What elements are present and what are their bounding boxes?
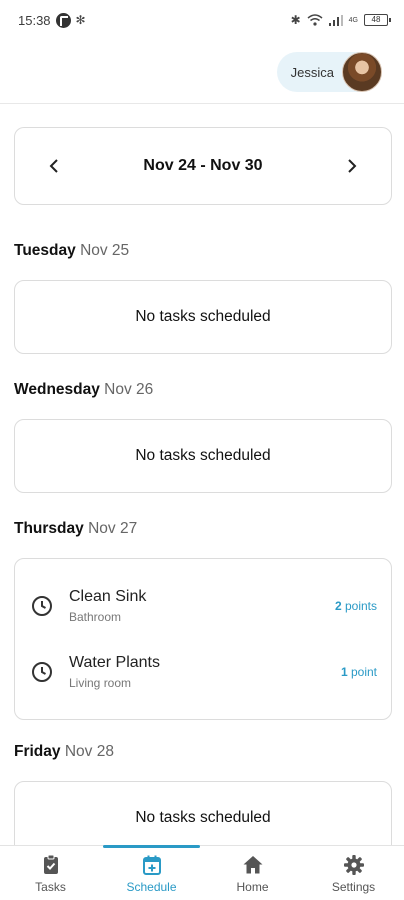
tab-label: Settings — [331, 880, 376, 894]
empty-state-text: No tasks scheduled — [135, 447, 271, 464]
day-section-thursday: Thursday Nov 27 Clean Sink Bathroom 2 po… — [14, 520, 392, 720]
task-title: Clean Sink — [69, 588, 147, 605]
points-value: 2 — [334, 599, 342, 613]
pinwheel-icon: ✻ — [75, 13, 86, 27]
tab-label: Tasks — [35, 880, 66, 894]
chevron-right-icon — [348, 159, 357, 173]
schedule-content: Nov 24 - Nov 30 Tuesday Nov 25 No tasks … — [0, 105, 404, 845]
task-text: Clean Sink Bathroom — [69, 588, 335, 624]
tab-home[interactable]: Home — [202, 846, 303, 900]
app-header: Jessica — [0, 40, 404, 104]
day-heading: Thursday Nov 27 — [14, 520, 392, 542]
next-week-button[interactable] — [341, 155, 363, 177]
empty-day-card: No tasks scheduled — [14, 280, 392, 354]
day-weekday: Tuesday — [14, 242, 76, 259]
status-time: 15:38 — [18, 12, 51, 28]
day-heading: Friday Nov 28 — [14, 743, 392, 765]
task-title: Water Plants — [69, 654, 160, 671]
day-heading: Tuesday Nov 25 — [14, 242, 392, 264]
wifi-icon — [307, 14, 323, 26]
task-text: Water Plants Living room — [69, 654, 341, 690]
battery-icon: 48 — [364, 14, 391, 26]
day-weekday: Friday — [14, 743, 61, 760]
points-unit: points — [344, 599, 377, 613]
task-list-card: Clean Sink Bathroom 2 points Water Plant… — [14, 558, 392, 720]
day-date: Nov 28 — [64, 743, 114, 760]
day-section-friday: Friday Nov 28 No tasks scheduled — [14, 743, 392, 845]
status-bar: 15:38 ✻ ✱ 4G 48 — [0, 0, 404, 40]
tab-schedule[interactable]: Schedule — [101, 845, 202, 900]
empty-day-card: No tasks scheduled — [14, 781, 392, 845]
task-points: 1 point — [341, 665, 377, 679]
day-date: Nov 26 — [104, 381, 154, 398]
clock-icon — [32, 662, 52, 682]
gear-icon — [343, 855, 364, 875]
tab-settings[interactable]: Settings — [303, 846, 404, 900]
day-date: Nov 25 — [80, 242, 130, 259]
tab-label: Schedule — [126, 880, 177, 894]
tab-tasks[interactable]: Tasks — [0, 846, 101, 900]
empty-day-card: No tasks scheduled — [14, 419, 392, 493]
chevron-left-icon — [49, 159, 58, 173]
previous-week-button[interactable] — [43, 155, 65, 177]
points-unit: point — [350, 665, 377, 679]
clock-icon — [32, 596, 52, 616]
tab-label: Home — [236, 880, 269, 894]
points-value: 1 — [340, 665, 348, 679]
empty-state-text: No tasks scheduled — [135, 308, 271, 325]
task-room: Living room — [69, 676, 132, 690]
day-heading: Wednesday Nov 26 — [14, 381, 392, 403]
day-weekday: Wednesday — [14, 381, 100, 398]
status-right: ✱ 4G 48 — [290, 13, 391, 27]
day-date: Nov 27 — [88, 520, 138, 537]
task-room: Bathroom — [69, 610, 122, 624]
task-points: 2 points — [335, 599, 377, 613]
network-type: 4G — [348, 16, 358, 24]
clipboard-check-icon — [43, 854, 58, 874]
empty-state-text: No tasks scheduled — [135, 809, 271, 826]
day-weekday: Thursday — [14, 520, 84, 537]
signal-icon — [328, 14, 343, 26]
calendar-plus-icon — [142, 855, 161, 875]
bluetooth-icon: ✱ — [290, 13, 301, 27]
avatar — [342, 52, 382, 92]
home-icon — [243, 856, 262, 874]
bottom-tab-bar: Tasks Schedule Home Settings — [0, 845, 404, 900]
user-chip[interactable]: Jessica — [276, 52, 382, 92]
task-row[interactable]: Clean Sink Bathroom 2 points — [15, 573, 391, 639]
app-notification-icon — [55, 12, 71, 28]
day-section-wednesday: Wednesday Nov 26 No tasks scheduled — [14, 381, 392, 493]
day-section-tuesday: Tuesday Nov 25 No tasks scheduled — [14, 242, 392, 354]
task-row[interactable]: Water Plants Living room 1 point — [15, 639, 391, 705]
week-navigator: Nov 24 - Nov 30 — [14, 127, 392, 205]
status-left: 15:38 ✻ — [18, 12, 86, 28]
week-range: Nov 24 - Nov 30 — [143, 157, 263, 174]
user-name: Jessica — [290, 64, 334, 80]
